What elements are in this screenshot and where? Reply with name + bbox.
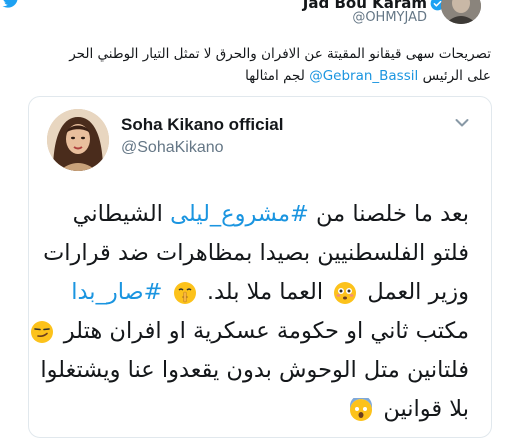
- outer-tweet-header[interactable]: Jad Bou Karam @OHMYJAD: [237, 0, 497, 30]
- shushing-face-emoji: [173, 281, 196, 304]
- quoted-line-2: فلتو الفلسطنيين بصيدا بمظاهرات ضد قرارات: [43, 240, 469, 266]
- quoted-line-4-text: مكتب ثاني او حكومة عسكرية او افران هتلر: [63, 318, 469, 344]
- outer-author-avatar[interactable]: [441, 0, 481, 24]
- hashtag-link[interactable]: #مشروع_ليلى: [170, 201, 309, 227]
- mention-link[interactable]: @Gebran_Bassil: [309, 68, 418, 84]
- flushed-face-emoji: [334, 281, 357, 304]
- chevron-down-icon[interactable]: [455, 118, 469, 128]
- quoted-line-4: مكتب ثاني او حكومة عسكرية او افران هتلر: [29, 312, 469, 351]
- smirking-face-emoji: [30, 320, 53, 343]
- quoted-line-6-text: بلا قوانين: [383, 396, 469, 422]
- quoted-line-3b: العما ملا بلد.: [199, 279, 324, 305]
- quoted-line-3a: وزير العمل: [360, 279, 469, 305]
- outer-author-handle[interactable]: @OHMYJAD: [352, 10, 427, 25]
- quoted-line-5: فلتانين متل الوحوش بدون يقعدوا عنا ويشتغ…: [40, 357, 469, 383]
- quoted-author-name[interactable]: Soha Kikano official: [121, 115, 283, 135]
- twitter-bird-icon: [2, 0, 18, 8]
- quoted-line-1: بعد ما خلصنا من #مشروع_ليلى الشيطاني: [29, 195, 469, 234]
- outer-tweet-line2-prefix: على الرئيس: [422, 68, 491, 84]
- outer-tweet-line2: على الرئيس @Gebran_Bassil لجم امثالها: [21, 65, 491, 87]
- hashtag-link-2[interactable]: #صار_بدا: [71, 279, 162, 305]
- quoted-author-handle[interactable]: @SohaKikano: [121, 139, 224, 157]
- quoted-avatar-image: [47, 109, 109, 171]
- quoted-line-1a: بعد ما خلصنا من: [308, 201, 469, 227]
- quoted-line-1b: الشيطاني: [72, 201, 171, 227]
- outer-avatar-image: [441, 0, 481, 24]
- quoted-author-avatar[interactable]: [47, 109, 109, 171]
- outer-tweet-line2-suffix: لجم امثالها: [245, 68, 305, 84]
- quoted-tweet-card[interactable]: Soha Kikano official @SohaKikano بعد ما …: [28, 96, 492, 438]
- outer-tweet-line1: تصريحات سهى قيقانو المقيتة عن الافران وا…: [69, 46, 491, 62]
- quoted-tweet-text: بعد ما خلصنا من #مشروع_ليلى الشيطاني فلت…: [29, 195, 469, 429]
- quoted-line-3: وزير العمل العما ملا بلد. #صار_بدا: [29, 273, 469, 312]
- outer-tweet-text: تصريحات سهى قيقانو المقيتة عن الافران وا…: [21, 43, 491, 87]
